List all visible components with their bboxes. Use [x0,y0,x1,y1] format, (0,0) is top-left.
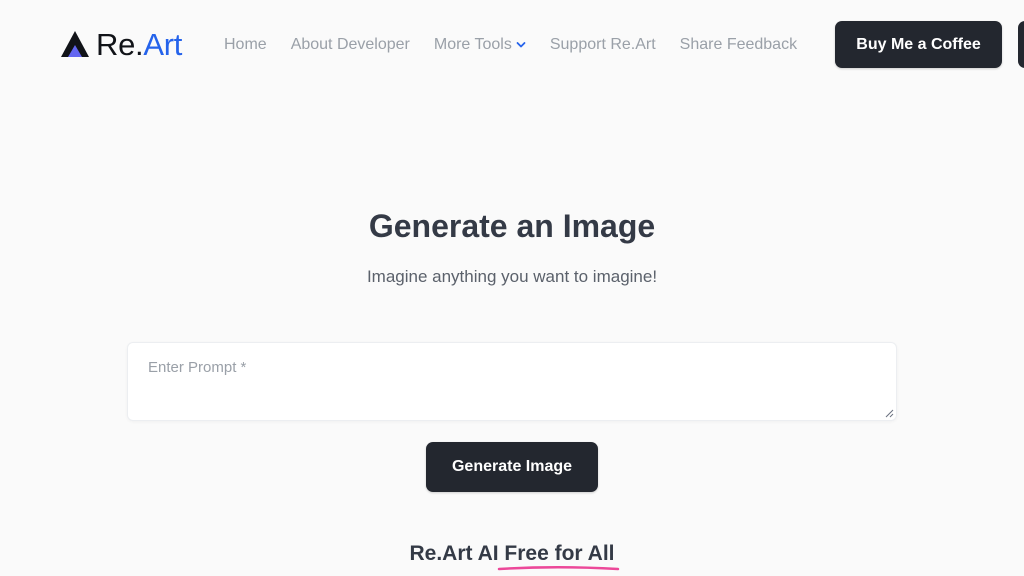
logo-mark-icon [61,31,89,57]
generate-image-button[interactable]: Generate Image [426,442,598,492]
buy-me-a-coffee-button[interactable]: Buy Me a Coffee [835,21,1002,68]
nav-support[interactable]: Support Re.Art [550,34,656,56]
tagline-text: Re.Art AI [409,542,505,565]
nav-more-tools-label: More Tools [433,36,512,53]
logo-text: Re.Art [96,29,182,60]
nav-share-feedback[interactable]: Share Feedback [680,34,797,56]
resize-handle-icon[interactable] [885,409,894,418]
page-subtitle: Imagine anything you want to imagine! [366,267,658,286]
tagline-highlight-text: Free for All [504,542,615,565]
tagline: Re.Art AI Free for All [0,540,1024,571]
nav-more-tools[interactable]: More Tools [434,34,526,56]
secondary-header-button[interactable] [1018,21,1024,68]
nav-about-developer[interactable]: About Developer [291,34,410,56]
logo[interactable]: Re.Art [60,26,182,62]
logo-text-art: Art [143,26,183,62]
highlight-underline-icon [498,566,620,571]
logo-text-re: Re. [96,26,144,62]
prompt-input[interactable] [128,343,896,420]
nav-home[interactable]: Home [224,34,267,56]
site-header: Re.Art Home About Developer More Tools S… [0,0,1024,90]
tagline-highlight: Free for All [498,540,620,571]
page-title: Generate an Image [368,208,656,244]
chevron-down-icon [516,42,526,48]
page: Re.Art Home About Developer More Tools S… [0,0,1024,576]
main-nav: Home About Developer More Tools Support … [224,34,797,56]
prompt-container [127,342,897,421]
